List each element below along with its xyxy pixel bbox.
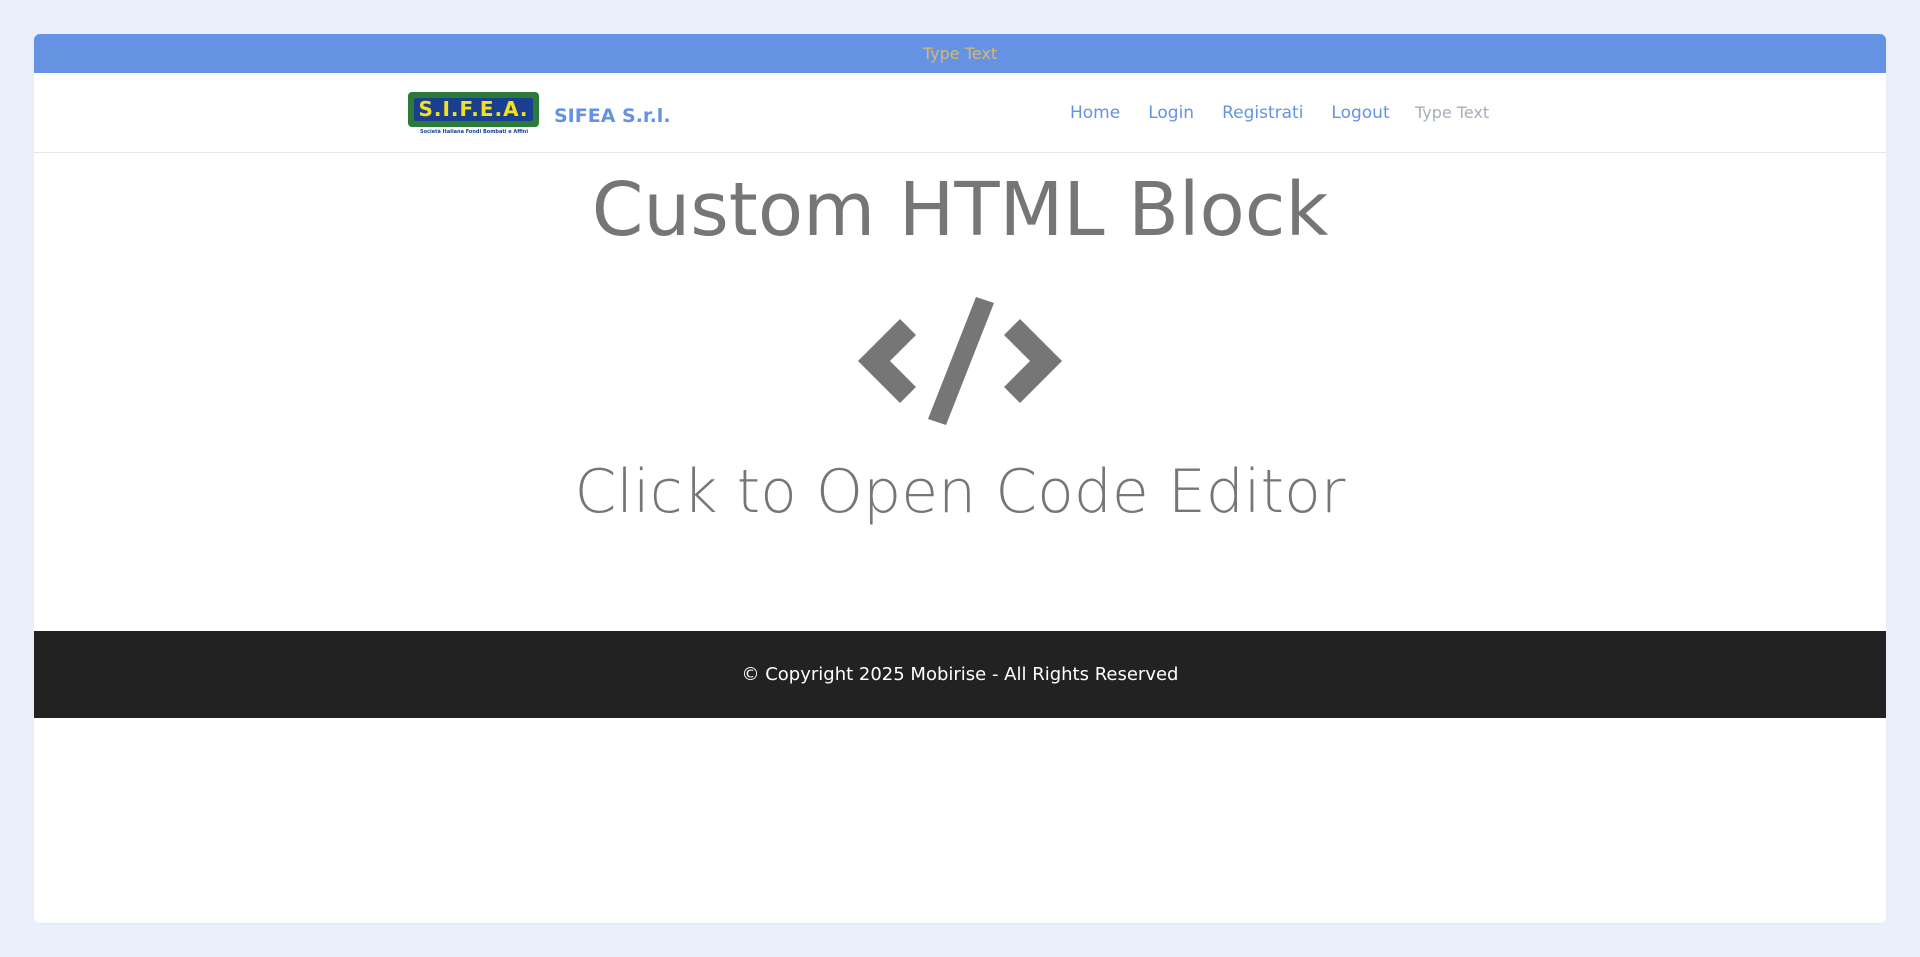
logo-wordmark: S.I.F.E.A. bbox=[414, 98, 533, 121]
announcement-bar: Type Text bbox=[34, 34, 1886, 73]
copyright-text: © Copyright 2025 Mobirise - All Rights R… bbox=[741, 664, 1179, 685]
nav-link-home[interactable]: Home bbox=[1070, 103, 1120, 123]
brand-logo[interactable]: S.I.F.E.A. Società Italiana Fondi Bombat… bbox=[408, 92, 539, 140]
nav-extra-text[interactable]: Type Text bbox=[1415, 73, 1489, 152]
empty-area bbox=[34, 718, 1886, 923]
navbar: S.I.F.E.A. Società Italiana Fondi Bombat… bbox=[34, 73, 1886, 153]
slash-icon bbox=[928, 297, 994, 425]
logo-plate: S.I.F.E.A. bbox=[408, 92, 539, 127]
nav-link-registrati[interactable]: Registrati bbox=[1222, 103, 1303, 123]
brand-name[interactable]: SIFEA S.r.l. bbox=[554, 105, 671, 127]
brand[interactable]: S.I.F.E.A. Società Italiana Fondi Bombat… bbox=[408, 92, 671, 140]
chevron-right-icon bbox=[1004, 319, 1062, 403]
block-subtitle[interactable]: Click to Open Code Editor bbox=[34, 457, 1886, 527]
custom-html-block[interactable]: Custom HTML Block Click to Open Code Edi… bbox=[34, 152, 1886, 632]
nav-link-login[interactable]: Login bbox=[1148, 103, 1194, 123]
code-icon[interactable] bbox=[858, 297, 1062, 425]
logo-subtitle: Società Italiana Fondi Bombati e Affini bbox=[420, 129, 529, 135]
nav-extra-label: Type Text bbox=[1415, 103, 1490, 122]
announcement-text[interactable]: Type Text bbox=[923, 44, 997, 63]
chevron-left-icon bbox=[858, 319, 916, 403]
footer: © Copyright 2025 Mobirise - All Rights R… bbox=[34, 631, 1886, 718]
page-frame: Type Text S.I.F.E.A. Società Italiana Fo… bbox=[34, 34, 1886, 923]
block-title: Custom HTML Block bbox=[591, 167, 1329, 253]
nav-link-logout[interactable]: Logout bbox=[1331, 103, 1389, 123]
nav-menu: Home Login Registrati Logout bbox=[1070, 73, 1390, 152]
